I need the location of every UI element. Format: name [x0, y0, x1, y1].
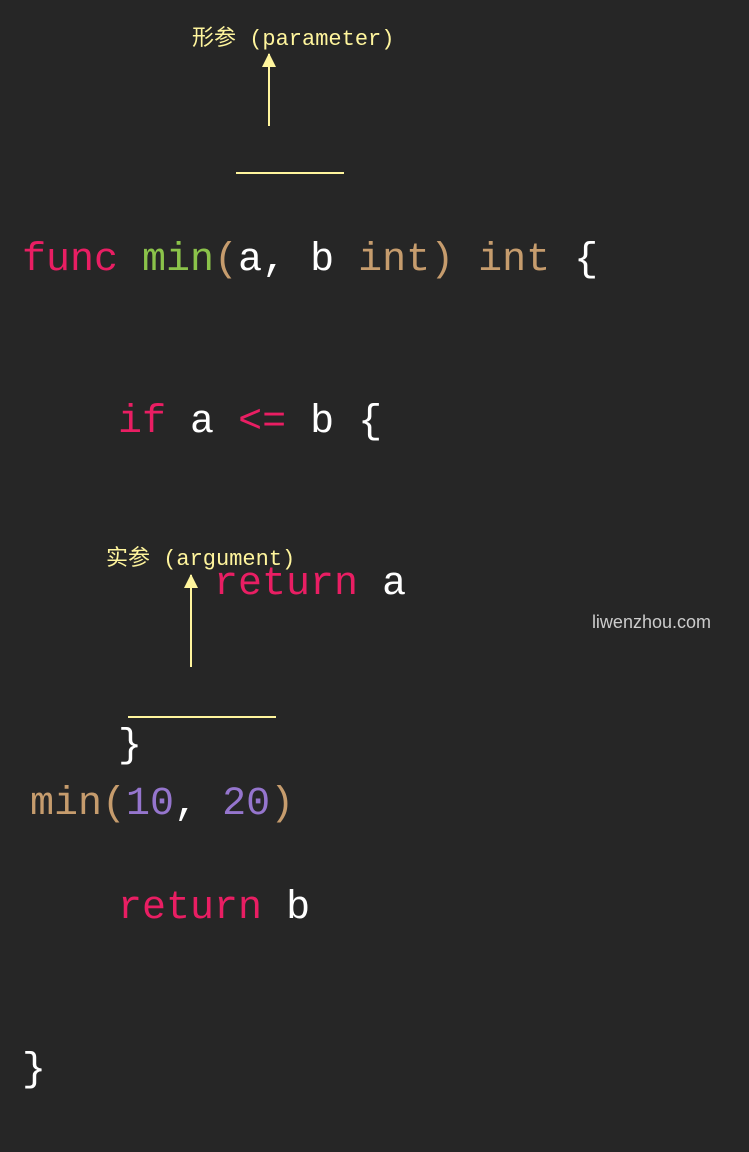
open-brace: {	[574, 238, 598, 283]
watermark: liwenzhou.com	[592, 612, 711, 633]
close-paren: )	[430, 238, 454, 283]
annotation-parameter: 形参 (parameter)	[192, 20, 394, 52]
arrow-argument	[190, 575, 192, 667]
arrow-parameter	[268, 54, 270, 126]
return-type: int	[478, 238, 550, 283]
return-var-b: b	[286, 886, 310, 931]
call-close-paren: )	[270, 782, 294, 827]
code-line-signature: func min(a, b int) int {	[22, 234, 598, 288]
code-line-close-func: }	[22, 1044, 598, 1098]
open-paren: (	[214, 238, 238, 283]
func-close-brace: }	[22, 1048, 46, 1093]
param-type: int	[358, 238, 430, 283]
underline-parameters	[236, 172, 344, 174]
return-var-a: a	[382, 562, 406, 607]
function-name: min	[142, 238, 214, 283]
keyword-if: if	[118, 400, 166, 445]
call-open-paren: (	[102, 782, 126, 827]
call-function-name: min	[30, 782, 102, 827]
if-open-brace: {	[358, 400, 382, 445]
code-line-return-b: return b	[22, 882, 598, 936]
comma: ,	[174, 782, 222, 827]
annotation-argument: 实参 (argument)	[106, 540, 295, 572]
keyword-return-2: return	[118, 886, 262, 931]
var-b: b	[310, 400, 334, 445]
argument-1: 10	[126, 782, 174, 827]
operator-lte: <=	[238, 400, 286, 445]
code-line-call: min(10, 20)	[30, 778, 294, 832]
code-line-if: if a <= b {	[22, 396, 598, 450]
parameter-list: a, b	[238, 238, 334, 283]
argument-2: 20	[222, 782, 270, 827]
keyword-func: func	[22, 238, 118, 283]
var-a: a	[190, 400, 214, 445]
underline-arguments	[128, 716, 276, 718]
code-function-call: min(10, 20)	[30, 670, 294, 886]
code-function-definition: func min(a, b int) int { if a <= b { ret…	[22, 126, 598, 1152]
